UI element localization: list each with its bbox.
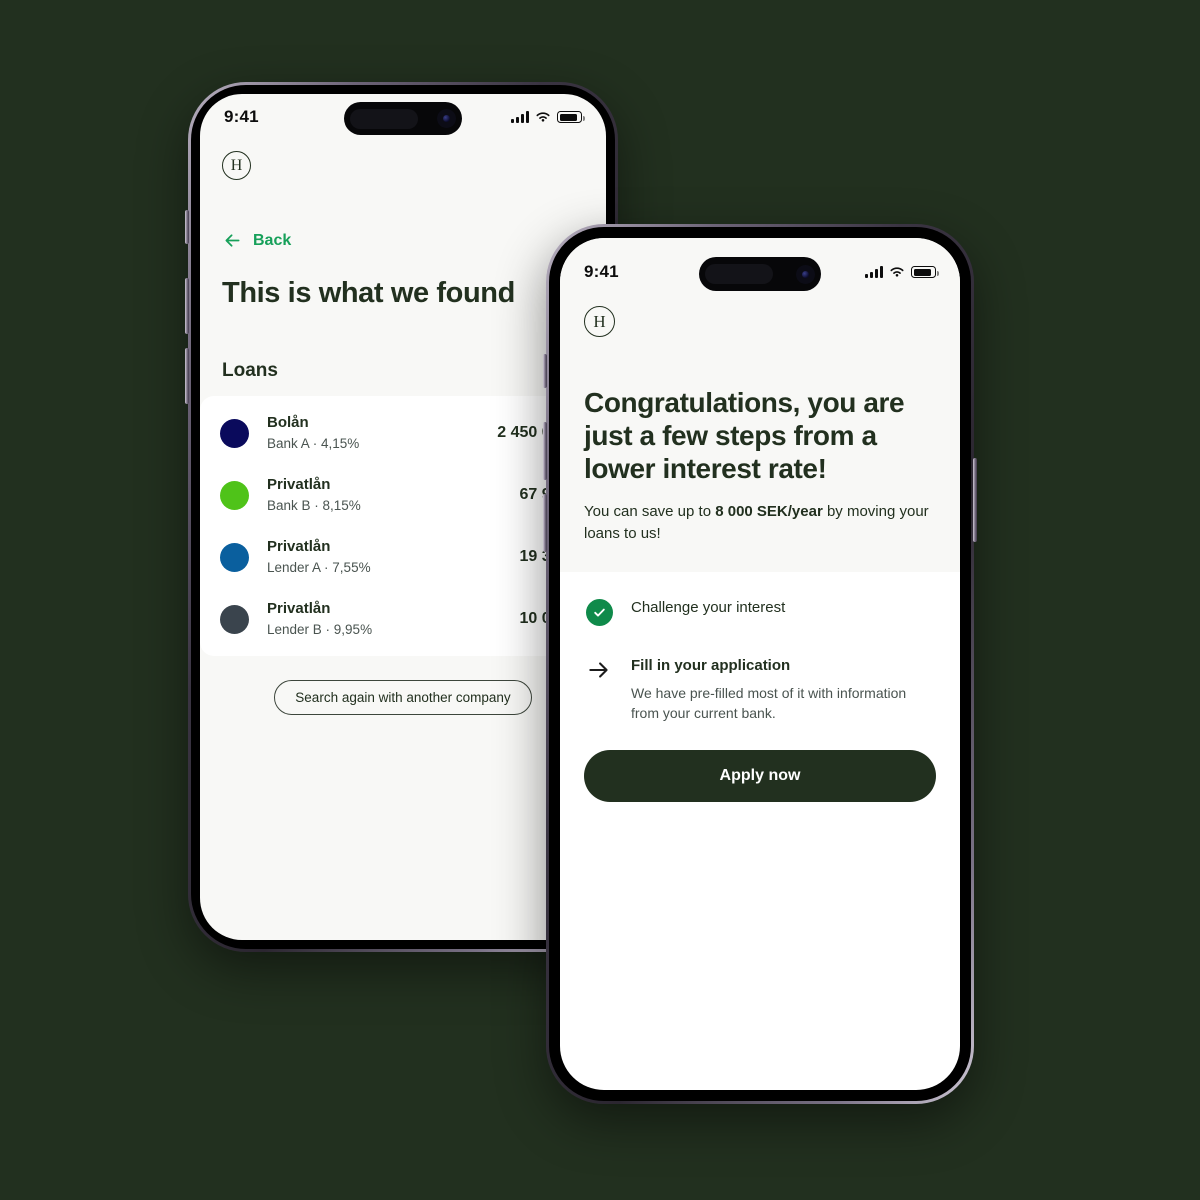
volume-down-button[interactable] (185, 348, 189, 404)
loan-info: Privatlån Bank B · 8,15% (267, 476, 511, 514)
mute-switch[interactable] (185, 210, 189, 244)
savings-amount: 8 000 SEK/year (715, 503, 823, 521)
screenshot-stage: 9:41 H Back This is what we found Loans … (0, 0, 1200, 1200)
signal-bars-icon (511, 111, 529, 123)
speaker-slot (350, 108, 418, 129)
brand-logo[interactable]: H (222, 151, 251, 180)
status-bar: 9:41 (584, 249, 939, 295)
apply-now-button[interactable]: Apply now (584, 750, 936, 803)
loan-detail: Bank A · 4,15% (267, 436, 360, 452)
volume-down-button[interactable] (543, 494, 547, 552)
loan-detail: Bank B · 8,15% (267, 498, 361, 514)
loan-color-dot (220, 604, 249, 634)
step-icon-slot (584, 598, 614, 626)
list-item: Fill in your application We have pre-fil… (584, 656, 936, 724)
wifi-icon (890, 267, 904, 277)
loan-color-dot (220, 480, 249, 510)
check-circle-icon (585, 598, 613, 626)
list-item: Challenge your interest (584, 598, 936, 626)
offer-hero: 9:41 H Congratulations, you are just a f… (560, 238, 960, 572)
page-title: This is what we found (222, 277, 515, 309)
status-bar: 9:41 (200, 94, 606, 140)
loan-color-dot (220, 542, 249, 572)
savings-text-pre: You can save up to (584, 503, 716, 521)
step-icon-slot (584, 656, 614, 683)
brand-logo[interactable]: H (584, 306, 615, 337)
check-icon (593, 608, 605, 617)
battery-icon (911, 266, 939, 278)
savings-summary: You can save up to 8 000 SEK/year by mov… (584, 501, 936, 544)
step-description: We have pre-filled most of it with infor… (631, 685, 907, 722)
step-content: Fill in your application We have pre-fil… (631, 656, 936, 724)
wifi-icon (536, 112, 550, 122)
loan-type: Privatlån (267, 538, 331, 556)
signal-bars-icon (865, 266, 883, 278)
step-content: Challenge your interest (631, 598, 936, 618)
front-camera-icon (437, 109, 456, 128)
loan-detail: Lender B · 9,95% (267, 621, 373, 637)
search-again-button[interactable]: Search again with another company (274, 680, 532, 716)
volume-up-button[interactable] (543, 422, 547, 480)
step-title: Fill in your application (631, 656, 791, 674)
dynamic-island (344, 102, 462, 135)
mute-switch[interactable] (543, 354, 547, 388)
page-title: Congratulations, you are just a few step… (584, 387, 905, 484)
status-indicators (865, 266, 939, 278)
loan-info: Bolån Bank A · 4,15% (267, 414, 489, 452)
loans-section-label: Loans (222, 360, 278, 382)
speaker-slot (705, 264, 773, 284)
arrow-left-icon (225, 234, 240, 247)
status-time: 9:41 (584, 262, 619, 281)
front-camera-icon (796, 264, 815, 284)
step-title: Challenge your interest (631, 598, 786, 616)
volume-up-button[interactable] (185, 278, 189, 334)
apply-container: Apply now (560, 724, 960, 803)
back-button[interactable]: Back (222, 230, 584, 251)
arrow-right-icon (589, 662, 608, 678)
offer-screen: 9:41 H Congratulations, you are just a f… (560, 238, 960, 1090)
back-label: Back (253, 231, 292, 249)
loan-type: Bolån (267, 414, 309, 432)
phone-screen-offer: 9:41 H Congratulations, you are just a f… (560, 238, 960, 1090)
power-button[interactable] (973, 458, 977, 542)
loan-info: Privatlån Lender A · 7,55% (267, 538, 511, 576)
dynamic-island (699, 257, 821, 291)
battery-icon (557, 111, 585, 123)
loan-detail: Lender A · 7,55% (267, 559, 371, 575)
loan-info: Privatlån Lender B · 9,95% (267, 600, 511, 638)
status-indicators (511, 111, 585, 123)
phone-mockup-offer: 9:41 H Congratulations, you are just a f… (543, 224, 977, 1104)
loan-color-dot (220, 418, 249, 448)
loan-type: Privatlån (267, 600, 331, 618)
status-time: 9:41 (224, 107, 259, 126)
steps-list: Challenge your interest Fill in your app… (560, 572, 960, 724)
loan-type: Privatlån (267, 476, 331, 494)
